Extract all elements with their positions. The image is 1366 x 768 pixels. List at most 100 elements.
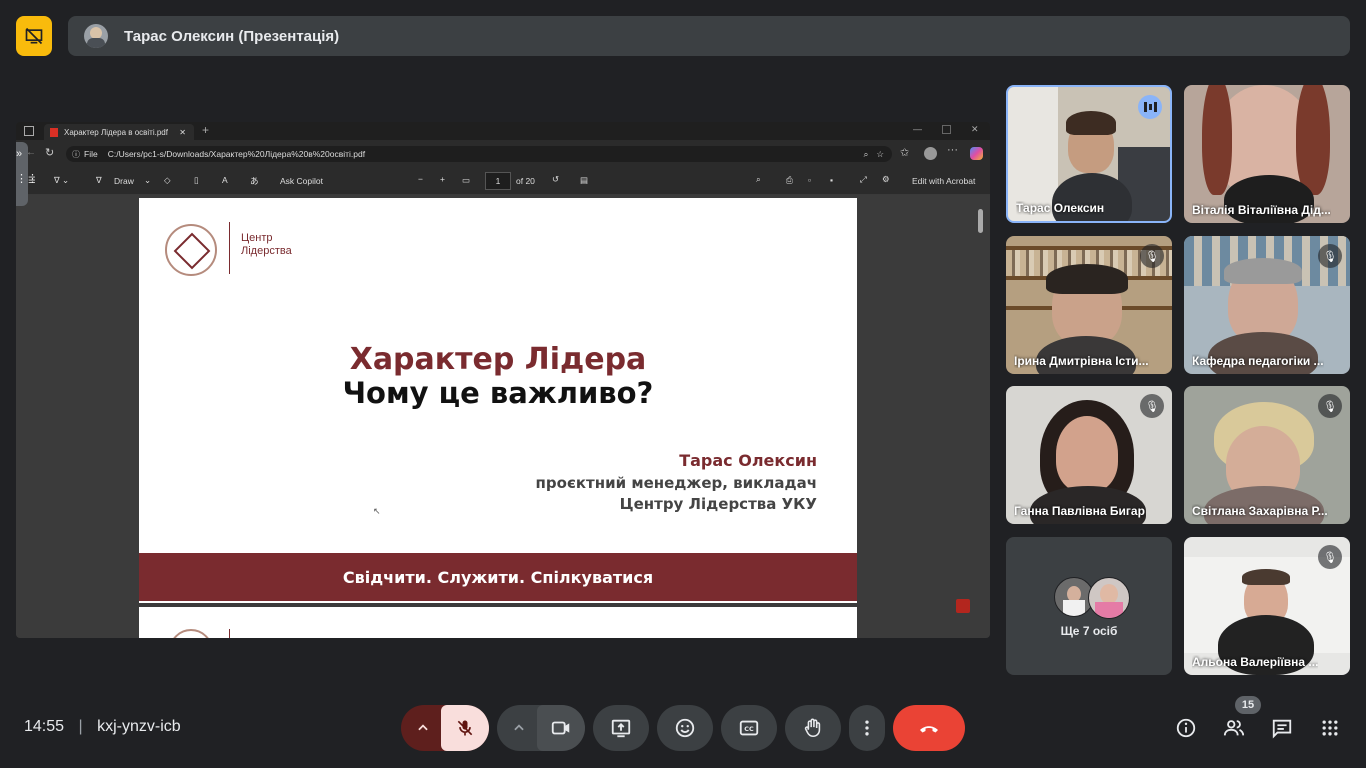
rotate-icon[interactable]: ↺ (552, 174, 559, 185)
participant-name: Ганна Павлівна Бигар (1014, 504, 1145, 518)
slide-subtitle: Чому це важливо? (342, 376, 654, 410)
present-to-all-icon (611, 719, 631, 738)
mouse-cursor-icon: ↖ (373, 506, 381, 516)
more-options-button[interactable] (849, 705, 885, 751)
close-window-icon[interactable]: ✕ (971, 124, 979, 135)
mic-off-icon: 🎙︎ (1318, 394, 1342, 418)
favorites-icon[interactable]: ✩ (900, 146, 909, 159)
leave-call-button[interactable] (893, 705, 965, 751)
save-as-icon[interactable]: ▪ (830, 175, 833, 185)
captions-button[interactable]: CC (721, 705, 777, 751)
mic-off-icon: 🎙︎ (1318, 545, 1342, 569)
chat-button[interactable] (1270, 716, 1294, 740)
slide-footer: Свідчити. Служити. Спілкуватися (139, 553, 857, 601)
raise-hand-button[interactable] (785, 705, 841, 751)
tab-pdf[interactable]: Характер Лідера в освіті.pdf ✕ (44, 124, 194, 140)
speaking-icon (1138, 95, 1162, 119)
more-icon[interactable]: ··· (947, 144, 958, 156)
translate-icon[interactable]: あ (250, 175, 259, 187)
copilot-icon[interactable] (970, 147, 983, 160)
video-options-button[interactable] (497, 705, 541, 751)
page-view-icon[interactable]: ▯ (194, 175, 199, 186)
participant-name: Віталія Віталіївна Дід... (1192, 203, 1331, 217)
new-tab-icon[interactable]: + (202, 123, 209, 137)
emoji-icon (675, 718, 695, 738)
logo-text: Центр Лідерства (241, 232, 292, 257)
fit-page-icon[interactable]: ▭ (462, 175, 470, 186)
more-participants-label: Ще 7 осіб (1060, 624, 1118, 638)
stop-presenting-button[interactable] (16, 16, 52, 56)
draw-button[interactable]: Draw (114, 176, 134, 186)
maximize-icon[interactable] (942, 125, 951, 134)
mic-off-icon: 🎙︎ (1318, 244, 1342, 268)
slide-author: Тарас Олексин (679, 451, 817, 470)
ucu-logo-seal (165, 224, 217, 276)
participant-tile[interactable]: Тарас Олексин (1006, 85, 1172, 223)
participant-tile[interactable]: 🎙︎ Альона Валеріївна ... (1184, 537, 1350, 675)
svg-text:CC: CC (744, 725, 754, 733)
tab-actions-icon[interactable] (24, 126, 34, 136)
draw-icon[interactable]: ∇ (96, 175, 102, 186)
info-icon (1176, 718, 1196, 738)
presenter-name: Тарас Олексин (Презентація) (124, 27, 340, 45)
participant-tile[interactable]: 🎙︎ Ганна Павлівна Бигар (1006, 386, 1172, 524)
participant-tile[interactable]: 🎙︎ Кафедра педагогіки ... (1184, 236, 1350, 374)
chat-icon (1272, 719, 1292, 739)
participant-tile[interactable]: 🎙︎ Світлана Захарівна Р... (1184, 386, 1350, 524)
divider: | (78, 718, 83, 735)
settings-icon[interactable]: ⚙ (882, 174, 890, 185)
zoom-in-icon[interactable]: + (440, 174, 445, 184)
minimize-icon[interactable]: — (913, 124, 922, 134)
refresh-icon[interactable]: ↻ (45, 146, 54, 159)
pdf-icon (50, 127, 58, 137)
erase-icon[interactable]: ◇ (164, 175, 171, 186)
scrollbar-thumb[interactable] (978, 209, 983, 233)
save-icon[interactable]: ▫ (808, 175, 811, 185)
pdf-search-icon[interactable]: ⌕ (756, 174, 761, 185)
activities-button[interactable] (1318, 716, 1342, 740)
scrollbar[interactable] (978, 199, 984, 629)
acrobat-icon[interactable] (956, 599, 970, 613)
participant-name: Світлана Захарівна Р... (1192, 504, 1328, 518)
print-icon[interactable]: ⎙ (786, 175, 793, 186)
highlight-icon[interactable]: ∇ ⌄ (54, 175, 69, 186)
people-button[interactable] (1222, 716, 1246, 740)
reactions-button[interactable] (657, 705, 713, 751)
url-field[interactable]: ⓘ File C:/Users/pc1-s/Downloads/Характер… (66, 146, 892, 162)
favorite-star-icon[interactable]: ☆ (876, 149, 884, 160)
people-count-badge: 15 (1235, 696, 1261, 714)
next-slide-preview (139, 607, 857, 638)
url-text: C:/Users/pc1-s/Downloads/Характер%20Ліде… (107, 149, 366, 159)
pdf-toolbar: ☰ ∇ ⌄ ∇ Draw ⌄ ◇ ▯ A あ Ask Copilot − + ▭… (16, 168, 990, 195)
call-end-icon (920, 726, 938, 733)
read-aloud-icon[interactable]: A (222, 175, 228, 185)
zoom-icon[interactable]: ⌕ (864, 149, 869, 160)
closed-caption-icon: CC (739, 720, 759, 736)
audio-options-button[interactable] (401, 705, 445, 751)
draw-dropdown-icon[interactable]: ⌄ (144, 175, 151, 186)
meeting-code: kxj-ynzv-icb (97, 718, 181, 735)
page-layout-icon[interactable]: ▤ (580, 175, 588, 186)
hand-icon (804, 718, 821, 738)
fullscreen-icon[interactable]: ⤢ (860, 174, 867, 185)
videocam-icon (551, 721, 570, 735)
participant-tile[interactable]: Віталія Віталіївна Дід... (1184, 85, 1350, 223)
participant-tile[interactable]: 🎙︎ Ірина Дмитрівна Істи... (1006, 236, 1172, 374)
mic-toggle-button[interactable] (441, 705, 489, 751)
meeting-info-button[interactable] (1174, 716, 1198, 740)
page-number-input[interactable]: 1 (485, 172, 511, 190)
camera-toggle-button[interactable] (537, 705, 585, 751)
more-participants-tile[interactable]: Ще 7 осіб (1006, 537, 1172, 675)
ask-copilot-button[interactable]: Ask Copilot (280, 176, 323, 186)
profile-icon[interactable] (924, 147, 937, 160)
pdf-viewport[interactable]: Центр Лідерства Характер Лідера Чому це … (16, 195, 990, 638)
edit-acrobat-button[interactable]: Edit with Acrobat (912, 176, 975, 186)
participant-name: Кафедра педагогіки ... (1192, 354, 1324, 368)
chevron-up-icon (514, 724, 524, 731)
tab-close-icon[interactable]: ✕ (179, 128, 186, 137)
present-button[interactable] (593, 705, 649, 751)
side-panel-handle[interactable]: » ⋮⋮ (16, 142, 38, 206)
zoom-out-icon[interactable]: − (418, 174, 423, 184)
participant-name: Тарас Олексин (1016, 201, 1105, 215)
role-line-1: проєктний менеджер, викладач (535, 474, 817, 492)
